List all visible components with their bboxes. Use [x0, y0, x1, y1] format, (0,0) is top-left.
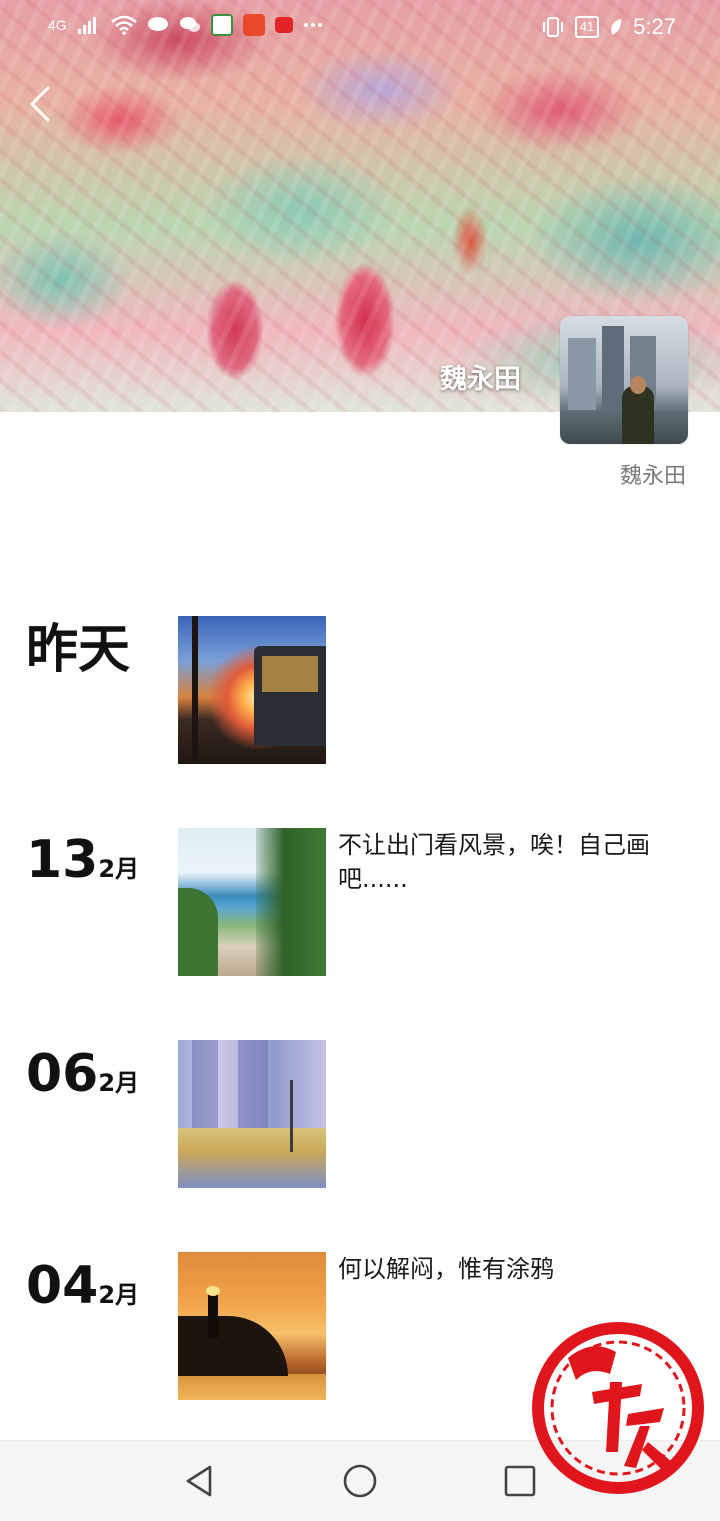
cover-name: 魏永田: [440, 364, 521, 395]
entry-month: 2月: [98, 855, 140, 883]
status-bar: 4G 41 5:27: [0, 0, 720, 58]
entry-caption[interactable]: 不让出门看风景，唉！自己画吧......: [338, 828, 688, 896]
entry-date: 昨天: [26, 624, 130, 676]
entry-thumbnail[interactable]: [178, 616, 326, 764]
entry-day: 13: [26, 830, 99, 890]
wechat-icon: [179, 17, 200, 32]
wifi-icon: [110, 15, 137, 35]
entry-month: 2月: [98, 1281, 140, 1309]
leaf-icon: [611, 19, 622, 35]
timeline-entry[interactable]: 132月 不让出门看风景，唉！自己画吧......: [0, 828, 720, 976]
clock: 5:27: [633, 14, 676, 39]
network-type: 4G: [48, 17, 67, 33]
avatar[interactable]: [560, 316, 688, 444]
entry-date: 062月: [26, 1048, 139, 1100]
watermark-stamp-icon: [532, 1322, 704, 1494]
vibrate-icon: [542, 17, 563, 37]
status-left: 4G: [48, 14, 323, 36]
entry-thumbnail[interactable]: [178, 828, 326, 976]
signal-icon: [77, 17, 96, 34]
status-right: 41 5:27: [541, 14, 676, 40]
nav-back-icon[interactable]: [182, 1463, 218, 1499]
entry-day: 06: [26, 1044, 99, 1104]
nav-home-icon[interactable]: [342, 1463, 378, 1499]
message-icon: [147, 17, 168, 31]
entry-day: 昨天: [26, 620, 131, 680]
entry-caption[interactable]: 何以解闷，惟有涂鸦: [338, 1252, 688, 1286]
more-icon: [303, 23, 322, 27]
entry-date: 042月: [26, 1260, 139, 1312]
profile-name: 魏永田: [619, 464, 686, 489]
entry-day: 04: [26, 1256, 99, 1316]
entry-date: 132月: [26, 834, 139, 886]
entry-thumbnail[interactable]: [178, 1040, 326, 1188]
timeline-entry[interactable]: 昨天: [0, 616, 720, 764]
entry-month: 2月: [98, 1069, 140, 1097]
timeline-entry[interactable]: 062月: [0, 1040, 720, 1188]
book-icon: [274, 17, 293, 33]
ting-icon: [242, 14, 265, 36]
entry-thumbnail[interactable]: [178, 1252, 326, 1400]
app-icon: [210, 14, 233, 36]
back-arrow-icon[interactable]: [26, 86, 56, 122]
battery-icon: 41: [574, 16, 600, 38]
